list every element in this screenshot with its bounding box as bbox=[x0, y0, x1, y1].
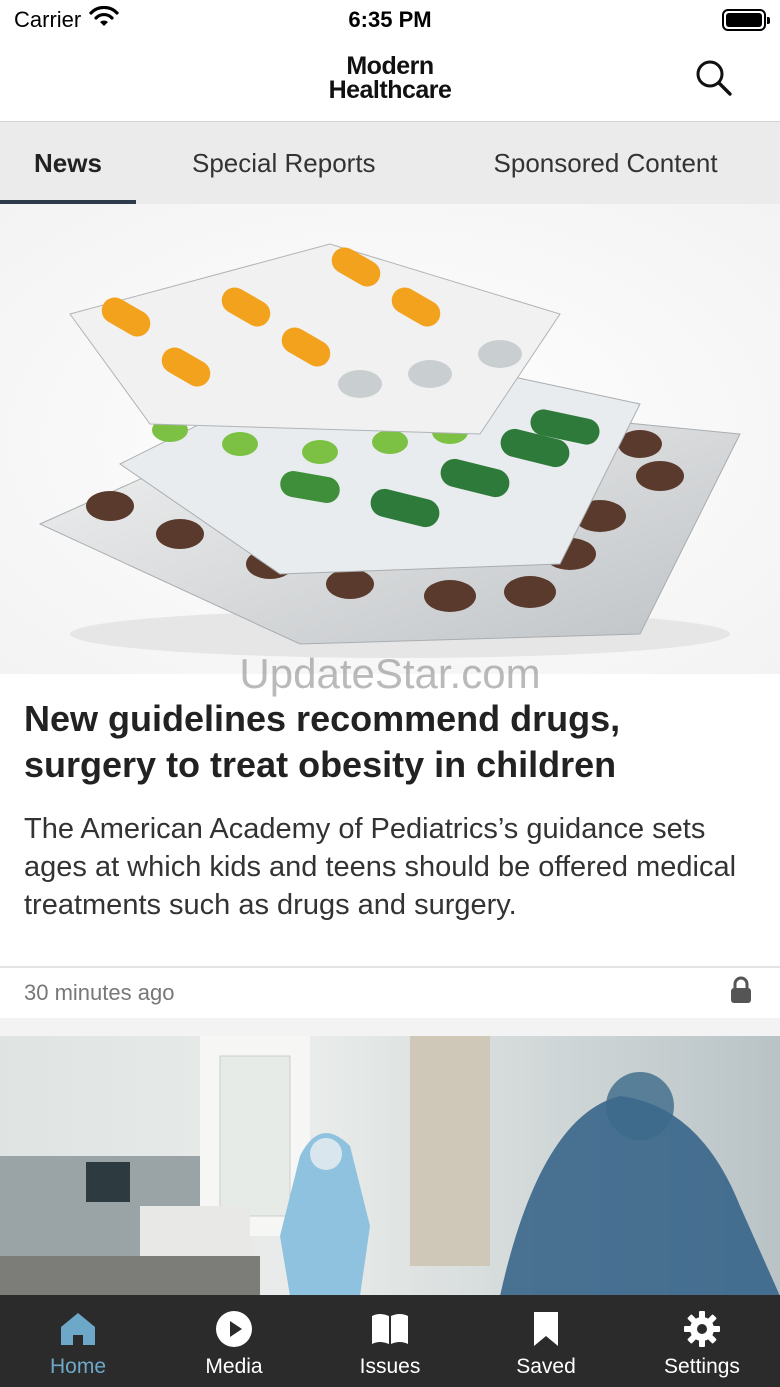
gear-icon bbox=[682, 1309, 722, 1349]
tabbar-home[interactable]: Home bbox=[0, 1295, 156, 1387]
app-logo: Modern Healthcare bbox=[0, 52, 780, 104]
tabbar-saved[interactable]: Saved bbox=[468, 1295, 624, 1387]
tabbar-media-label: Media bbox=[205, 1355, 263, 1378]
tabbar-settings-label: Settings bbox=[664, 1355, 740, 1378]
tab-special-reports[interactable]: Special Reports bbox=[192, 122, 376, 204]
status-bar: Carrier 6:35 PM bbox=[0, 0, 780, 40]
article-meta: 30 minutes ago bbox=[0, 966, 780, 1018]
article-summary: The American Academy of Pediatrics’s gui… bbox=[24, 813, 737, 921]
tabbar-media[interactable]: Media bbox=[156, 1295, 312, 1387]
book-icon bbox=[370, 1309, 410, 1349]
logo-line-1: Modern bbox=[346, 52, 434, 80]
tabbar-settings[interactable]: Settings bbox=[624, 1295, 780, 1387]
feed-divider bbox=[0, 1018, 780, 1036]
tab-sponsored-content[interactable]: Sponsored Content bbox=[494, 122, 718, 204]
section-tabs: News Special Reports Sponsored Content bbox=[0, 122, 780, 204]
article-headline[interactable]: New guidelines recommend drugs, surgery … bbox=[24, 674, 756, 788]
article-hero-image[interactable] bbox=[0, 204, 780, 674]
tabbar-home-label: Home bbox=[49, 1355, 107, 1378]
logo-line-2: Healthcare bbox=[328, 76, 452, 104]
bookmark-icon bbox=[526, 1309, 566, 1349]
search-icon bbox=[696, 60, 732, 96]
battery-icon bbox=[722, 9, 770, 31]
wifi-icon bbox=[89, 5, 119, 34]
article-image[interactable] bbox=[0, 1036, 780, 1296]
news-feed[interactable]: UpdateStar.com New guidelines recommend … bbox=[0, 204, 780, 1296]
app-header: Modern Healthcare bbox=[0, 40, 780, 122]
status-left: Carrier bbox=[14, 5, 119, 34]
tabbar-issues[interactable]: Issues bbox=[312, 1295, 468, 1387]
lock-icon bbox=[730, 976, 752, 1010]
home-icon bbox=[58, 1309, 98, 1349]
tabbar-saved-label: Saved bbox=[516, 1355, 576, 1378]
bottom-tab-bar: Home Media Issues Saved Settings bbox=[0, 1295, 780, 1387]
tabbar-issues-label: Issues bbox=[359, 1355, 421, 1378]
tab-news[interactable]: News bbox=[0, 122, 136, 204]
carrier-label: Carrier bbox=[14, 7, 82, 32]
article-card[interactable]: UpdateStar.com New guidelines recommend … bbox=[0, 650, 780, 924]
search-button[interactable] bbox=[694, 58, 734, 98]
play-icon bbox=[214, 1309, 254, 1349]
article-time: 30 minutes ago bbox=[24, 980, 175, 1005]
